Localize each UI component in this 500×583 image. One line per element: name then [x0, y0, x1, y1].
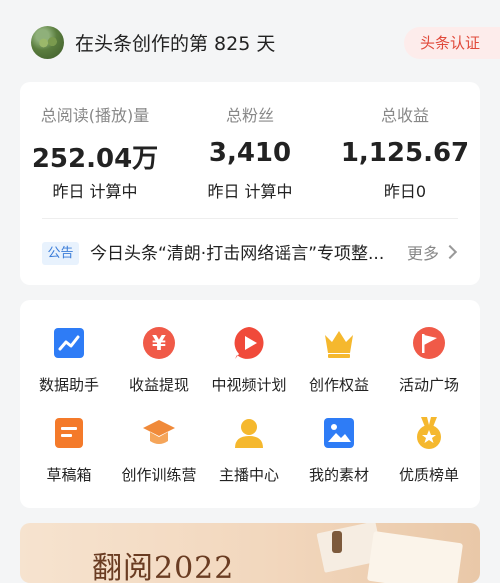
stat-label: 总阅读(播放)量: [40, 106, 150, 125]
play-icon: [234, 327, 264, 359]
stat-value: 3,410: [208, 138, 292, 168]
tool-label: 优质榜单: [398, 466, 459, 484]
stat-sub: 昨日0: [383, 182, 427, 201]
tool-training-camp[interactable]: 创作训练营: [114, 395, 204, 484]
avatar[interactable]: [31, 26, 64, 59]
stat-label: 总粉丝: [225, 106, 274, 125]
stats-card: 总阅读(播放)量 252.04万 昨日 计算中 总粉丝 3,410 昨日 计算中…: [20, 82, 480, 285]
page-title: 在头条创作的第 825 天: [75, 33, 276, 55]
banner-title: 翻阅2022: [92, 551, 235, 583]
more-label: 更多: [407, 244, 440, 263]
yen-icon: ¥: [143, 327, 175, 359]
more-link[interactable]: 更多: [407, 240, 458, 264]
verification-badge[interactable]: 头条认证: [404, 27, 500, 59]
tool-drafts[interactable]: 草稿箱: [24, 395, 114, 484]
chevron-right-icon: [442, 244, 458, 260]
notice-tag: 公告: [42, 242, 79, 265]
tool-mid-video-plan[interactable]: 中视频计划: [204, 305, 294, 394]
tool-creator-rights[interactable]: 创作权益: [294, 305, 384, 394]
banner-decoration: [332, 531, 342, 553]
crown-icon: [325, 331, 353, 358]
stat-value: 252.04万: [31, 144, 159, 174]
tool-streamer-center[interactable]: 主播中心: [204, 395, 294, 484]
divider: [42, 218, 458, 219]
tool-label: 活动广场: [398, 376, 459, 394]
tool-label: 我的素材: [308, 466, 369, 484]
image-icon: [324, 418, 354, 448]
notice-text[interactable]: 今日头条“清朗·打击网络谣言”专项整...: [90, 239, 400, 264]
svg-text:¥: ¥: [152, 331, 166, 355]
flag-icon: [413, 327, 445, 359]
medal-icon: [417, 417, 441, 449]
stat-sub: 昨日 计算中: [207, 182, 293, 201]
tool-label: 数据助手: [38, 376, 99, 394]
tool-label: 创作权益: [308, 376, 369, 394]
tool-label: 创作训练营: [121, 466, 197, 484]
tools-card: 数据助手 ¥ 收益提现 中视频计划 创作权益 活动广场 草稿箱 创作训练营 主播…: [20, 300, 480, 508]
banner-decoration: [366, 530, 464, 583]
tool-label: 主播中心: [218, 466, 279, 484]
promo-banner[interactable]: 翻阅2022: [20, 523, 480, 583]
tool-activity-square[interactable]: 活动广场: [384, 305, 474, 394]
tool-label: 收益提现: [128, 376, 189, 394]
stat-label: 总收益: [380, 106, 429, 125]
user-icon: [235, 419, 263, 448]
tool-income-withdraw[interactable]: ¥ 收益提现: [114, 305, 204, 394]
chart-icon: [54, 328, 84, 358]
draft-icon: [55, 418, 83, 448]
tool-quality-ranking[interactable]: 优质榜单: [384, 395, 474, 484]
graduation-cap-icon: [143, 420, 175, 444]
stat-value: 1,125.67: [340, 138, 470, 168]
header: 在头条创作的第 825 天 头条认证: [0, 0, 500, 84]
tool-label: 草稿箱: [46, 466, 92, 484]
tool-data-assistant[interactable]: 数据助手: [24, 305, 114, 394]
tool-my-materials[interactable]: 我的素材: [294, 395, 384, 484]
stat-sub: 昨日 计算中: [52, 182, 138, 201]
tool-label: 中视频计划: [211, 376, 287, 394]
